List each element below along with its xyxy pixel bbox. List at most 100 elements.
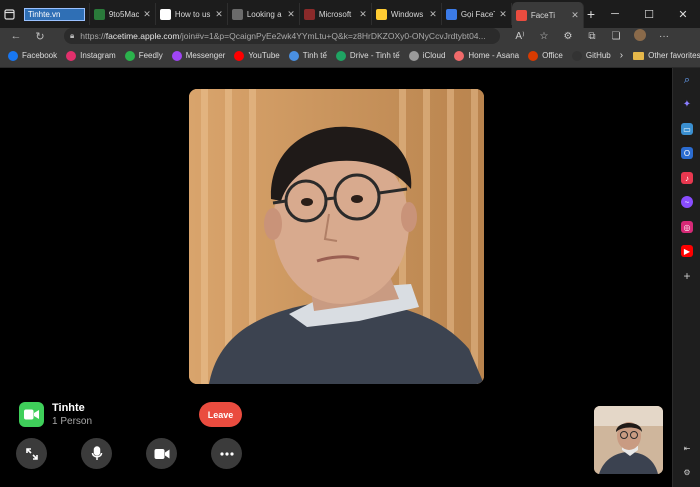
bookmark-label: Feedly [138,51,163,60]
tab-close-icon[interactable]: ✕ [215,9,223,20]
maximize-button[interactable]: ☐ [632,8,666,21]
bookmark-favicon-icon [335,50,346,61]
bookmark-item[interactable]: Home - Asana [454,50,520,61]
tab-favicon-icon [93,8,105,20]
more-menu-icon[interactable]: ··· [652,31,676,42]
bookmark-label: Instagram [80,51,116,60]
microphone-button[interactable] [81,438,112,469]
bookmark-item[interactable]: GitHub [571,50,611,61]
split-screen-icon[interactable]: ⧉ [580,31,604,42]
bookmark-item[interactable]: Drive - Tinh tế [335,50,400,61]
bookmark-favicon-icon [528,50,539,61]
apple-music-icon[interactable]: ♪ [681,172,693,184]
tab-title: Windows [390,9,424,19]
youtube-icon[interactable]: ▶ [681,245,693,257]
bookmark-favicon-icon [454,50,465,61]
bookmark-item[interactable]: Feedly [124,50,163,61]
tab-close-icon[interactable]: ✕ [429,9,437,20]
bookmark-item[interactable]: Messenger [171,50,226,61]
toolbar-icons: A⁾ ☆ ⚙ ⧉ ❏ ··· [508,28,676,44]
bookmark-item[interactable]: Office [528,50,563,61]
outlook-icon[interactable]: O [681,147,693,159]
tab-2[interactable]: How to us ✕ [156,3,228,25]
tab-close-icon[interactable]: ✕ [499,9,507,20]
bookmark-label: Home - Asana [468,51,520,60]
fullscreen-button[interactable] [16,438,47,469]
folder-icon [633,51,645,60]
bookmark-label: Office [542,51,563,60]
url-scheme: https:// [80,31,106,41]
tab-strip: Tinhte.vn 9to5Mac ✕ How to us ✕ Looking a ✕ Mic… [0,0,700,28]
bookmark-label: Facebook [22,51,58,60]
extensions-icon[interactable]: ⚙ [556,31,580,42]
tab-favicon-icon [445,8,457,20]
back-button[interactable]: ← [6,30,26,42]
url-input[interactable]: 🔒︎ https://facetime.apple.com/join#v=1&p… [64,28,500,44]
participant-count: 1 Person [52,416,93,427]
close-window-button[interactable]: ✕ [666,8,700,21]
bookmark-item[interactable]: Tinh tế [288,50,327,61]
url-host: facetime.apple.com [105,31,180,41]
tab-favicon-icon [231,8,243,20]
tab-5[interactable]: Windows ✕ [372,3,442,25]
collections-icon[interactable]: ❏ [604,31,628,42]
bookmark-item[interactable]: Facebook [8,50,58,61]
bookmark-label: YouTube [248,51,280,60]
microphone-icon [91,446,102,460]
instagram-icon[interactable]: ◎ [681,221,693,233]
shopping-icon[interactable]: ▭ [681,123,693,135]
bookmark-item[interactable]: Instagram [66,50,116,61]
call-info: Tinhte 1 Person [19,402,92,427]
tab-actions-button[interactable] [0,0,20,28]
tab-3[interactable]: Looking a ✕ [228,3,300,25]
leave-button[interactable]: Leave [199,402,242,427]
tab-6[interactable]: Gọi FaceTi ✕ [442,3,512,25]
tab-title: Gọi FaceTi [460,9,495,19]
camera-button[interactable] [146,438,177,469]
other-favorites[interactable]: Other favorites [633,51,700,60]
bookmark-label: iCloud [422,51,446,60]
more-options-button[interactable] [211,438,242,469]
tab-7[interactable]: FaceTi ✕ [511,2,584,28]
bookmark-favicon-icon [234,50,245,61]
settings-gear-icon[interactable]: ⚙ [681,466,693,478]
bookmark-item[interactable]: YouTube [234,50,280,61]
tab-close-icon[interactable]: ✕ [287,9,295,20]
bookmark-label: Tinh tế [302,51,327,60]
bookmark-favicon-icon [408,50,419,61]
bookmarks-overflow-icon[interactable]: › [620,50,623,61]
self-view-video[interactable] [594,406,663,474]
messenger-icon[interactable]: ~ [681,196,693,208]
bookmark-favicon-icon [124,50,135,61]
tab-0[interactable]: Tinhte.vn [20,3,90,25]
favorite-star-icon[interactable]: ☆ [532,31,556,42]
tab-1[interactable]: 9to5Mac ✕ [90,3,156,25]
tab-favicon-icon [515,9,527,21]
url-path: /join#v=1&p=QcaignPyEe2wk4YYmLtu+Q&k=z8H… [179,31,486,41]
window-controls: ─ ☐ ✕ [598,8,700,21]
bookmark-label: Drive - Tinh tế [349,51,400,60]
ellipsis-icon [219,451,234,456]
read-aloud-icon[interactable]: A⁾ [508,31,532,42]
facetime-logo-icon [19,402,44,427]
tab-close-icon[interactable]: ✕ [571,10,579,21]
tab-title: How to us [174,9,211,19]
bookmark-label: Messenger [185,51,226,60]
bookmark-favicon-icon [66,50,77,61]
profile-avatar[interactable] [628,28,652,44]
copilot-icon[interactable]: ✦ [681,98,693,110]
tab-favicon-icon [159,8,171,20]
tab-close-icon[interactable]: ✕ [359,9,367,20]
add-sidebar-icon[interactable]: + [681,269,693,283]
refresh-button[interactable]: ↻ [30,30,50,43]
bookmark-favicon-icon [8,50,18,61]
tab-title: 9to5Mac [108,9,140,19]
minimize-button[interactable]: ─ [598,8,632,20]
search-icon[interactable]: ⌕ [681,74,693,86]
bookmark-item[interactable]: iCloud [408,50,446,61]
new-tab-button[interactable]: + [584,6,598,22]
sidebar-toggle-icon[interactable]: ⇤ [681,442,693,454]
tab-4[interactable]: Microsoft ✕ [300,3,372,25]
bookmark-favicon-icon [571,50,582,61]
tab-close-icon[interactable]: ✕ [143,9,151,20]
